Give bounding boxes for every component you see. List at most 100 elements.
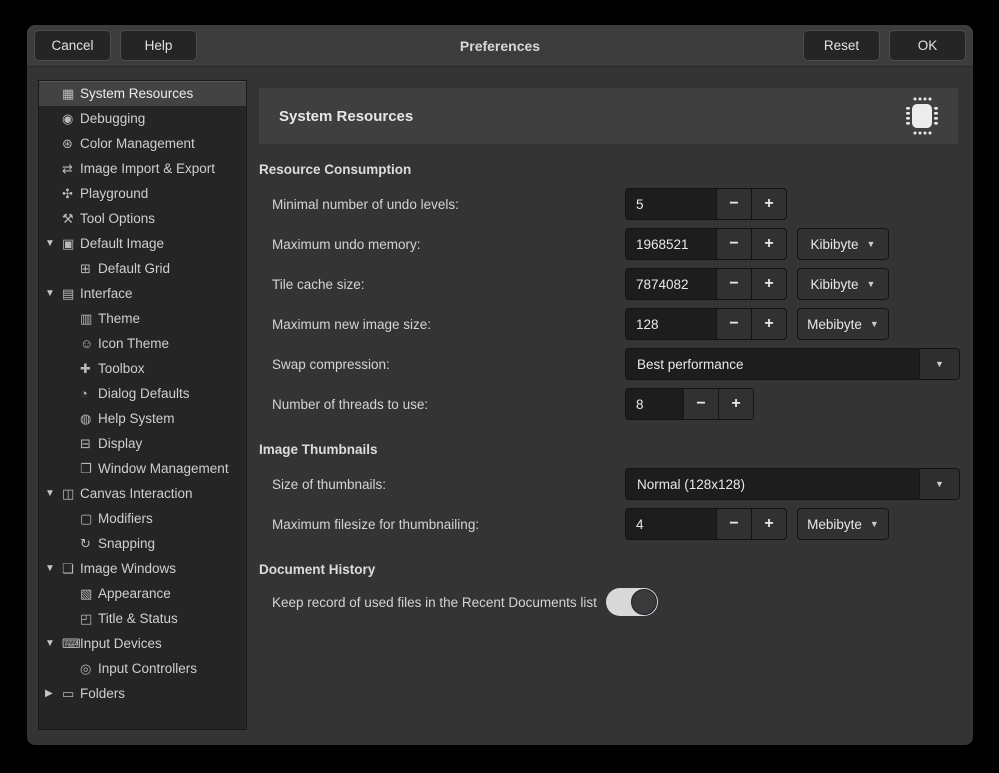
row-label: Number of threads to use:: [259, 397, 428, 412]
help-button[interactable]: Help: [120, 30, 197, 61]
sidebar-item-input-devices[interactable]: ▼⌨Input Devices: [39, 631, 246, 656]
sidebar-item-label: Modifiers: [98, 511, 153, 526]
decrement-button[interactable]: −: [683, 389, 718, 419]
sidebar-item-icon-theme[interactable]: ☺Icon Theme: [39, 331, 246, 356]
sidebar-item-folders[interactable]: ▶▭Folders: [39, 681, 246, 706]
expander-down-icon[interactable]: ▼: [45, 563, 62, 574]
sidebar-item-debugging[interactable]: ◉Debugging: [39, 106, 246, 131]
unit-dropdown-value: Mebibyte: [807, 317, 862, 332]
color-profile-icon: ⊛: [62, 136, 80, 152]
sidebar-item-input-controllers[interactable]: ◎Input Controllers: [39, 656, 246, 681]
combo-arrow-button[interactable]: ▼: [919, 349, 959, 379]
spin-value-input[interactable]: [626, 309, 716, 339]
expander-down-icon[interactable]: ▼: [45, 488, 62, 499]
sidebar-item-system-resources[interactable]: ▦System Resources: [39, 81, 246, 106]
decrement-button[interactable]: −: [716, 309, 751, 339]
sidebar-item-label: System Resources: [80, 86, 193, 101]
sidebar-item-image-import-export[interactable]: ⇄Image Import & Export: [39, 156, 246, 181]
sidebar-item-label: Theme: [98, 311, 140, 326]
expander-down-icon[interactable]: ▼: [45, 238, 62, 249]
unit-dropdown[interactable]: Kibibyte▼: [797, 268, 889, 300]
sidebar-item-interface[interactable]: ▼▤Interface: [39, 281, 246, 306]
sidebar-item-modifiers[interactable]: ▢Modifiers: [39, 506, 246, 531]
decrement-button[interactable]: −: [716, 189, 751, 219]
spin-control: −+: [625, 308, 787, 340]
import-export-icon: ⇄: [62, 161, 80, 177]
preferences-window: Cancel Help Preferences Reset OK ▦System…: [27, 25, 973, 745]
spin-value-input[interactable]: [626, 189, 716, 219]
sidebar-item-theme[interactable]: ▥Theme: [39, 306, 246, 331]
sidebar-item-help-system[interactable]: ◍Help System: [39, 406, 246, 431]
decrement-button[interactable]: −: [716, 269, 751, 299]
expander-right-icon[interactable]: ▶: [45, 688, 62, 699]
sidebar-item-label: Interface: [80, 286, 133, 301]
ok-button[interactable]: OK: [889, 30, 966, 61]
image-default-icon: ▣: [62, 236, 80, 252]
grid-icon: ⊞: [80, 261, 98, 277]
row-control: −+ Mebibyte▼: [625, 508, 889, 540]
unit-dropdown[interactable]: Mebibyte▼: [797, 508, 889, 540]
form-row: Maximum new image size:−+Mebibyte▼: [259, 304, 958, 344]
sidebar-item-title-status[interactable]: ◰Title & Status: [39, 606, 246, 631]
reset-button[interactable]: Reset: [803, 30, 880, 61]
sidebar-item-tool-options[interactable]: ⚒Tool Options: [39, 206, 246, 231]
unit-dropdown-value: Kibibyte: [811, 237, 859, 252]
preferences-tree: ▦System Resources◉Debugging⊛Color Manage…: [38, 80, 247, 730]
spin-control: −+: [625, 268, 787, 300]
tool-options-icon: ⚒: [62, 211, 80, 227]
sidebar-item-label: Help System: [98, 411, 175, 426]
sidebar-item-default-grid[interactable]: ⊞Default Grid: [39, 256, 246, 281]
chevron-down-icon: ▼: [867, 239, 876, 249]
cancel-button[interactable]: Cancel: [34, 30, 111, 61]
input-devices-icon: ⌨: [62, 636, 80, 652]
appearance-icon: ▧: [80, 586, 98, 602]
toggle-switch-on[interactable]: [606, 588, 658, 616]
sidebar-item-canvas-interaction[interactable]: ▼◫Canvas Interaction: [39, 481, 246, 506]
sidebar-item-window-management[interactable]: ❐Window Management: [39, 456, 246, 481]
increment-button[interactable]: +: [751, 269, 786, 299]
sidebar-item-color-management[interactable]: ⊛Color Management: [39, 131, 246, 156]
sidebar-item-playground[interactable]: ✣Playground: [39, 181, 246, 206]
sidebar-item-label: Image Windows: [80, 561, 176, 576]
increment-button[interactable]: +: [751, 309, 786, 339]
combo-value: Normal (128x128): [626, 477, 919, 492]
row-label: Swap compression:: [259, 357, 390, 372]
increment-button[interactable]: +: [751, 189, 786, 219]
expander-down-icon[interactable]: ▼: [45, 638, 62, 649]
row-control: Best performance▼: [625, 348, 960, 380]
unit-dropdown[interactable]: Kibibyte ▼: [797, 228, 889, 260]
spin-value-input[interactable]: [626, 509, 716, 539]
combo-arrow-button[interactable]: ▼: [919, 469, 959, 499]
expander-down-icon[interactable]: ▼: [45, 288, 62, 299]
row-label: Maximum filesize for thumbnailing:: [259, 517, 479, 532]
combo-box[interactable]: Normal (128x128)▼: [625, 468, 960, 500]
section-heading: Resource Consumption: [259, 158, 958, 182]
decrement-button[interactable]: −: [716, 509, 751, 539]
form-row: Maximum filesize for thumbnailing: −+ Mebi…: [259, 504, 958, 544]
row-control: −+ Kibibyte▼: [625, 268, 889, 300]
sidebar-item-label: Debugging: [80, 111, 145, 126]
increment-button[interactable]: +: [751, 509, 786, 539]
combo-value: Best performance: [626, 357, 919, 372]
unit-dropdown[interactable]: Mebibyte▼: [797, 308, 889, 340]
spin-value-input[interactable]: [626, 229, 716, 259]
spin-value-input[interactable]: [626, 389, 683, 419]
sidebar-item-label: Playground: [80, 186, 148, 201]
decrement-button[interactable]: −: [716, 229, 751, 259]
spin-value-input[interactable]: [626, 269, 716, 299]
sidebar-item-default-image[interactable]: ▼▣Default Image: [39, 231, 246, 256]
combo-box[interactable]: Best performance▼: [625, 348, 960, 380]
sidebar-item-image-windows[interactable]: ▼❏Image Windows: [39, 556, 246, 581]
spin-control: −+: [625, 388, 754, 420]
section-heading: Image Thumbnails: [259, 438, 958, 462]
sidebar-item-dialog-defaults[interactable]: ◔Dialog Defaults: [39, 381, 246, 406]
desktop: Cancel Help Preferences Reset OK ▦System…: [0, 0, 999, 773]
spin-control: −+: [625, 508, 787, 540]
increment-button[interactable]: +: [718, 389, 753, 419]
sidebar-item-display[interactable]: ⊟Display: [39, 431, 246, 456]
sidebar-item-label: Tool Options: [80, 211, 155, 226]
increment-button[interactable]: +: [751, 229, 786, 259]
sidebar-item-appearance[interactable]: ▧Appearance: [39, 581, 246, 606]
sidebar-item-snapping[interactable]: ↻Snapping: [39, 531, 246, 556]
sidebar-item-toolbox[interactable]: ✚Toolbox: [39, 356, 246, 381]
